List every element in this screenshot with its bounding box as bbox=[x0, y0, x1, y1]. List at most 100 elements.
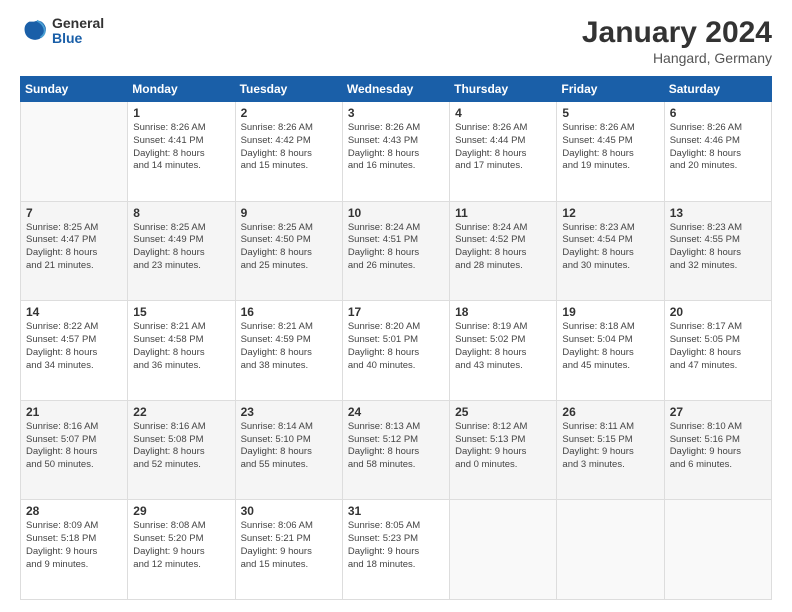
logo-icon bbox=[20, 17, 48, 45]
day-number: 26 bbox=[562, 405, 658, 419]
day-info: Sunrise: 8:24 AM Sunset: 4:51 PM Dayligh… bbox=[348, 222, 444, 273]
day-number: 5 bbox=[562, 106, 658, 120]
day-info: Sunrise: 8:25 AM Sunset: 4:47 PM Dayligh… bbox=[26, 222, 122, 273]
calendar-cell: 3 Sunrise: 8:26 AM Sunset: 4:43 PM Daylig… bbox=[342, 102, 449, 202]
header: General Blue January 2024 Hangard, Germa… bbox=[20, 16, 772, 66]
day-number: 12 bbox=[562, 206, 658, 220]
day-info: Sunrise: 8:21 AM Sunset: 4:58 PM Dayligh… bbox=[133, 321, 229, 372]
day-info: Sunrise: 8:23 AM Sunset: 4:55 PM Dayligh… bbox=[670, 222, 766, 273]
calendar-cell bbox=[21, 102, 128, 202]
logo-blue: Blue bbox=[52, 31, 104, 46]
calendar-cell: 28Sunrise: 8:09 AM Sunset: 5:18 PM Dayli… bbox=[21, 500, 128, 600]
day-info: Sunrise: 8:25 AM Sunset: 4:50 PM Dayligh… bbox=[241, 222, 337, 273]
day-info: Sunrise: 8:16 AM Sunset: 5:08 PM Dayligh… bbox=[133, 421, 229, 472]
calendar-cell: 8 Sunrise: 8:25 AM Sunset: 4:49 PM Daylig… bbox=[128, 201, 235, 301]
day-info: Sunrise: 8:26 AM Sunset: 4:43 PM Dayligh… bbox=[348, 122, 444, 173]
day-info: Sunrise: 8:09 AM Sunset: 5:18 PM Dayligh… bbox=[26, 520, 122, 571]
day-info: Sunrise: 8:26 AM Sunset: 4:41 PM Dayligh… bbox=[133, 122, 229, 173]
calendar-cell bbox=[557, 500, 664, 600]
day-info: Sunrise: 8:26 AM Sunset: 4:42 PM Dayligh… bbox=[241, 122, 337, 173]
calendar-cell: 14Sunrise: 8:22 AM Sunset: 4:57 PM Dayli… bbox=[21, 301, 128, 401]
day-number: 15 bbox=[133, 305, 229, 319]
day-info: Sunrise: 8:12 AM Sunset: 5:13 PM Dayligh… bbox=[455, 421, 551, 472]
calendar-cell: 30Sunrise: 8:06 AM Sunset: 5:21 PM Dayli… bbox=[235, 500, 342, 600]
col-monday: Monday bbox=[128, 77, 235, 102]
week-row-4: 21 Sunrise: 8:16 AM Sunset: 5:07 PM Dayli… bbox=[21, 400, 772, 500]
title-block: January 2024 Hangard, Germany bbox=[582, 16, 772, 66]
week-row-1: 1Sunrise: 8:26 AM Sunset: 4:41 PM Daylig… bbox=[21, 102, 772, 202]
calendar-cell bbox=[664, 500, 771, 600]
day-number: 6 bbox=[670, 106, 766, 120]
day-number: 3 bbox=[348, 106, 444, 120]
calendar-cell: 23 Sunrise: 8:14 AM Sunset: 5:10 PM Dayli… bbox=[235, 400, 342, 500]
day-number: 4 bbox=[455, 106, 551, 120]
calendar-cell: 1Sunrise: 8:26 AM Sunset: 4:41 PM Daylig… bbox=[128, 102, 235, 202]
logo-general: General bbox=[52, 16, 104, 31]
day-info: Sunrise: 8:11 AM Sunset: 5:15 PM Dayligh… bbox=[562, 421, 658, 472]
day-info: Sunrise: 8:05 AM Sunset: 5:23 PM Dayligh… bbox=[348, 520, 444, 571]
day-info: Sunrise: 8:26 AM Sunset: 4:46 PM Dayligh… bbox=[670, 122, 766, 173]
subtitle: Hangard, Germany bbox=[582, 50, 772, 66]
calendar-cell: 29Sunrise: 8:08 AM Sunset: 5:20 PM Dayli… bbox=[128, 500, 235, 600]
day-info: Sunrise: 8:21 AM Sunset: 4:59 PM Dayligh… bbox=[241, 321, 337, 372]
day-number: 7 bbox=[26, 206, 122, 220]
day-info: Sunrise: 8:16 AM Sunset: 5:07 PM Dayligh… bbox=[26, 421, 122, 472]
logo: General Blue bbox=[20, 16, 104, 47]
day-number: 30 bbox=[241, 504, 337, 518]
day-number: 13 bbox=[670, 206, 766, 220]
day-info: Sunrise: 8:23 AM Sunset: 4:54 PM Dayligh… bbox=[562, 222, 658, 273]
calendar-cell: 2 Sunrise: 8:26 AM Sunset: 4:42 PM Daylig… bbox=[235, 102, 342, 202]
week-row-3: 14Sunrise: 8:22 AM Sunset: 4:57 PM Dayli… bbox=[21, 301, 772, 401]
day-info: Sunrise: 8:14 AM Sunset: 5:10 PM Dayligh… bbox=[241, 421, 337, 472]
day-info: Sunrise: 8:20 AM Sunset: 5:01 PM Dayligh… bbox=[348, 321, 444, 372]
col-sunday: Sunday bbox=[21, 77, 128, 102]
calendar-cell: 24 Sunrise: 8:13 AM Sunset: 5:12 PM Dayli… bbox=[342, 400, 449, 500]
day-info: Sunrise: 8:10 AM Sunset: 5:16 PM Dayligh… bbox=[670, 421, 766, 472]
col-friday: Friday bbox=[557, 77, 664, 102]
calendar-cell: 11Sunrise: 8:24 AM Sunset: 4:52 PM Dayli… bbox=[450, 201, 557, 301]
calendar-cell: 31 Sunrise: 8:05 AM Sunset: 5:23 PM Dayli… bbox=[342, 500, 449, 600]
calendar-cell: 18 Sunrise: 8:19 AM Sunset: 5:02 PM Dayli… bbox=[450, 301, 557, 401]
calendar-cell: 19Sunrise: 8:18 AM Sunset: 5:04 PM Dayli… bbox=[557, 301, 664, 401]
logo-text: General Blue bbox=[52, 16, 104, 47]
col-wednesday: Wednesday bbox=[342, 77, 449, 102]
day-info: Sunrise: 8:25 AM Sunset: 4:49 PM Dayligh… bbox=[133, 222, 229, 273]
calendar-cell: 17 Sunrise: 8:20 AM Sunset: 5:01 PM Dayli… bbox=[342, 301, 449, 401]
col-thursday: Thursday bbox=[450, 77, 557, 102]
day-number: 8 bbox=[133, 206, 229, 220]
day-info: Sunrise: 8:26 AM Sunset: 4:44 PM Dayligh… bbox=[455, 122, 551, 173]
calendar-cell: 4 Sunrise: 8:26 AM Sunset: 4:44 PM Daylig… bbox=[450, 102, 557, 202]
calendar-cell: 13 Sunrise: 8:23 AM Sunset: 4:55 PM Dayli… bbox=[664, 201, 771, 301]
day-number: 9 bbox=[241, 206, 337, 220]
day-number: 2 bbox=[241, 106, 337, 120]
day-number: 17 bbox=[348, 305, 444, 319]
day-number: 24 bbox=[348, 405, 444, 419]
col-tuesday: Tuesday bbox=[235, 77, 342, 102]
header-row: Sunday Monday Tuesday Wednesday Thursday… bbox=[21, 77, 772, 102]
day-number: 20 bbox=[670, 305, 766, 319]
day-info: Sunrise: 8:17 AM Sunset: 5:05 PM Dayligh… bbox=[670, 321, 766, 372]
calendar-cell: 16Sunrise: 8:21 AM Sunset: 4:59 PM Dayli… bbox=[235, 301, 342, 401]
calendar-cell: 22 Sunrise: 8:16 AM Sunset: 5:08 PM Dayli… bbox=[128, 400, 235, 500]
day-info: Sunrise: 8:13 AM Sunset: 5:12 PM Dayligh… bbox=[348, 421, 444, 472]
day-number: 10 bbox=[348, 206, 444, 220]
col-saturday: Saturday bbox=[664, 77, 771, 102]
page: General Blue January 2024 Hangard, Germa… bbox=[0, 0, 792, 612]
day-number: 25 bbox=[455, 405, 551, 419]
day-number: 21 bbox=[26, 405, 122, 419]
calendar-cell: 6 Sunrise: 8:26 AM Sunset: 4:46 PM Daylig… bbox=[664, 102, 771, 202]
day-number: 23 bbox=[241, 405, 337, 419]
main-title: January 2024 bbox=[582, 16, 772, 50]
day-info: Sunrise: 8:19 AM Sunset: 5:02 PM Dayligh… bbox=[455, 321, 551, 372]
day-number: 22 bbox=[133, 405, 229, 419]
day-number: 29 bbox=[133, 504, 229, 518]
week-row-2: 7 Sunrise: 8:25 AM Sunset: 4:47 PM Daylig… bbox=[21, 201, 772, 301]
calendar-cell: 27Sunrise: 8:10 AM Sunset: 5:16 PM Dayli… bbox=[664, 400, 771, 500]
day-number: 14 bbox=[26, 305, 122, 319]
calendar-table: Sunday Monday Tuesday Wednesday Thursday… bbox=[20, 76, 772, 600]
calendar-cell: 15 Sunrise: 8:21 AM Sunset: 4:58 PM Dayli… bbox=[128, 301, 235, 401]
day-number: 18 bbox=[455, 305, 551, 319]
calendar-cell: 5Sunrise: 8:26 AM Sunset: 4:45 PM Daylig… bbox=[557, 102, 664, 202]
calendar-cell bbox=[450, 500, 557, 600]
day-number: 31 bbox=[348, 504, 444, 518]
